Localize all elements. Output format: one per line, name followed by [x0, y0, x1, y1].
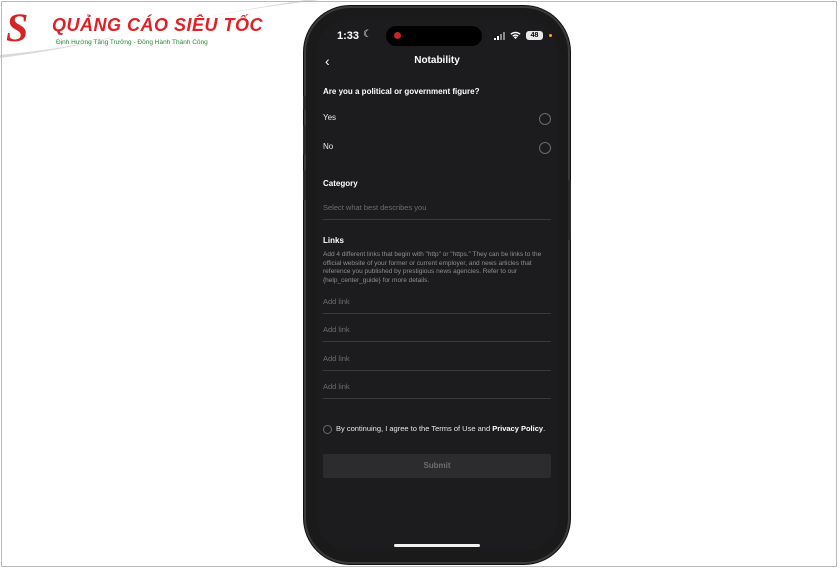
- submit-button[interactable]: Submit: [323, 454, 551, 478]
- brand-name-part2: SIÊU TỐC: [174, 15, 264, 35]
- brand-tagline: Định Hướng Tăng Trưởng - Đồng Hành Thành…: [56, 39, 208, 46]
- dynamic-island: [386, 26, 482, 46]
- category-label: Category: [323, 179, 358, 188]
- battery-icon: 48: [526, 31, 543, 40]
- phone-action-button: [303, 96, 306, 110]
- recording-dot-icon: [394, 32, 401, 39]
- home-indicator: [394, 544, 480, 547]
- agree-checkbox[interactable]: [323, 425, 332, 434]
- brand-name: QUẢNG CÁO SIÊU TỐC: [52, 15, 263, 36]
- brand-name-part1: QUẢNG CÁO: [52, 15, 174, 35]
- radio-yes[interactable]: [539, 113, 551, 125]
- wifi-icon: [510, 31, 521, 39]
- phone-power-button: [568, 180, 571, 240]
- brand-logo-letter: S: [6, 5, 29, 50]
- question-title: Are you a political or government figure…: [323, 87, 480, 96]
- link-input-4[interactable]: Add link: [323, 382, 551, 399]
- links-description: Add 4 different links that begin with "h…: [323, 251, 542, 284]
- privacy-policy-link[interactable]: Privacy Policy: [492, 424, 543, 433]
- moon-icon: ☾: [363, 29, 372, 40]
- option-yes-label: Yes: [323, 113, 337, 122]
- option-no[interactable]: No: [323, 142, 551, 156]
- agreement-text: By continuing, I agree to the Terms of U…: [336, 424, 552, 434]
- page-title: Notability: [414, 55, 460, 66]
- phone-volume-up-button: [303, 125, 306, 155]
- option-yes[interactable]: Yes: [323, 113, 551, 127]
- link-input-2[interactable]: Add link: [323, 325, 551, 342]
- links-label: Links: [323, 236, 344, 245]
- category-select[interactable]: Select what best describes you: [323, 203, 551, 220]
- signal-icon: [494, 32, 505, 40]
- phone-screen: 1:33 ☾ 48 ‹ Notability Are you a politic…: [316, 19, 558, 551]
- option-no-label: No: [323, 142, 334, 151]
- agreement-text-main: By continuing, I agree to the Terms of U…: [336, 424, 493, 433]
- privacy-indicator-icon: [549, 34, 552, 37]
- radio-no[interactable]: [539, 142, 551, 154]
- link-input-1[interactable]: Add link: [323, 297, 551, 314]
- brand-logo: S QUẢNG CÁO SIÊU TỐC Định Hướng Tăng Trư…: [6, 5, 263, 54]
- phone-volume-down-button: [303, 170, 306, 200]
- link-input-3[interactable]: Add link: [323, 354, 551, 371]
- status-time: 1:33: [337, 30, 360, 42]
- agreement-text-end: .: [543, 424, 546, 433]
